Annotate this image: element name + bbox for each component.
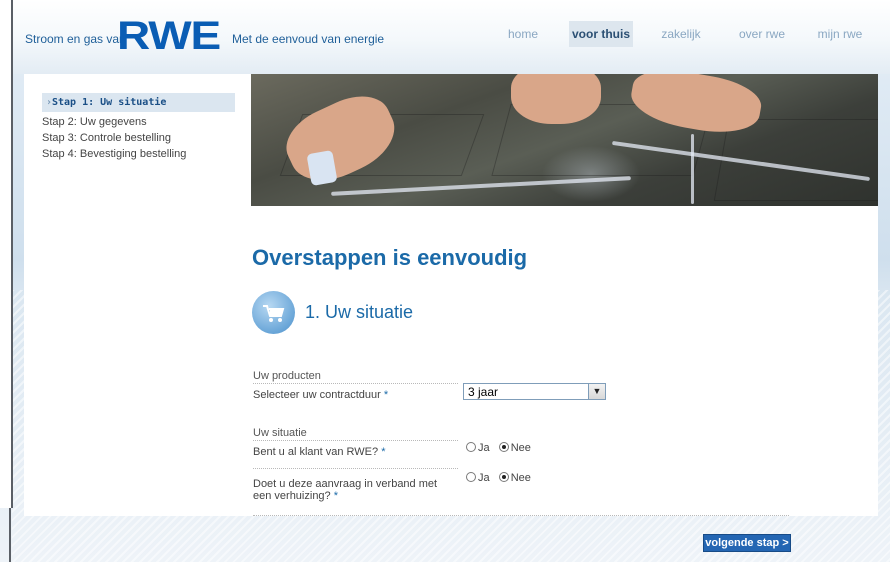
chalk-piece <box>306 149 338 187</box>
step-3: Stap 3: Controle bestelling <box>42 132 172 144</box>
hero-image <box>251 74 878 206</box>
moving-question-text: Doet u deze aanvraag in verband met een … <box>253 478 438 502</box>
contract-duration-value: 3 jaar <box>468 385 499 399</box>
nav-over-rwe[interactable]: over rwe <box>727 21 797 47</box>
hand-image <box>511 74 601 124</box>
step-2: Stap 2: Uw gegevens <box>42 116 147 128</box>
moving-question-label: Doet u deze aanvraag in verband met een … <box>253 478 453 502</box>
moving-yes-radio[interactable] <box>466 472 476 482</box>
page-background: Stroom en gas van RWE Met de eenvoud van… <box>0 0 890 562</box>
next-step-button[interactable]: volgende stap > <box>703 534 791 552</box>
form-divider <box>253 515 789 516</box>
customer-no-label[interactable]: Nee <box>511 442 531 454</box>
nav-voor-thuis[interactable]: voor thuis <box>569 21 633 47</box>
moving-no-radio[interactable] <box>498 472 509 482</box>
cart-icon <box>252 291 295 334</box>
window-edge <box>0 0 13 508</box>
divider <box>253 468 458 469</box>
chalk-line <box>691 134 694 204</box>
chevron-down-icon[interactable]: ▼ <box>588 384 605 399</box>
main-navigation: home voor thuis zakelijk over rwe mijn r… <box>0 21 890 47</box>
step-1[interactable]: Stap 1: Uw situatie <box>42 93 235 112</box>
situation-heading: Uw situatie <box>253 427 307 439</box>
customer-question-label: Bent u al klant van RWE? * <box>253 446 386 458</box>
customer-radio-group: Ja Nee <box>466 442 537 454</box>
window-edge <box>9 508 11 562</box>
nav-home[interactable]: home <box>494 21 552 47</box>
products-heading: Uw producten <box>253 370 321 382</box>
customer-yes-label[interactable]: Ja <box>478 442 490 454</box>
moving-yes-label[interactable]: Ja <box>478 472 490 484</box>
hand-image <box>276 84 406 194</box>
required-marker: * <box>333 490 339 502</box>
contract-duration-text: Selecteer uw contractduur <box>253 389 381 401</box>
contract-duration-select[interactable]: 3 jaar ▼ <box>463 383 606 400</box>
required-marker: * <box>381 446 386 458</box>
nav-mijn-rwe[interactable]: mijn rwe <box>812 21 868 47</box>
contract-duration-label: Selecteer uw contractduur * <box>253 389 388 401</box>
customer-question-text: Bent u al klant van RWE? <box>253 446 379 458</box>
section-title: 1. Uw situatie <box>305 302 414 322</box>
divider <box>253 440 458 441</box>
moving-radio-group: Ja Nee <box>466 472 537 484</box>
divider <box>253 383 458 384</box>
customer-yes-radio[interactable] <box>466 442 476 452</box>
step-list: Stap 1: Uw situatie Stap 2: Uw gegevens … <box>42 93 235 162</box>
nav-zakelijk[interactable]: zakelijk <box>655 21 707 47</box>
required-marker: * <box>383 389 389 401</box>
moving-no-label[interactable]: Nee <box>511 472 531 484</box>
step-4: Stap 4: Bevestiging bestelling <box>42 148 187 160</box>
chalk-line <box>331 176 631 196</box>
page-title: Overstappen is eenvoudig <box>252 245 528 270</box>
customer-no-radio[interactable] <box>498 442 509 452</box>
